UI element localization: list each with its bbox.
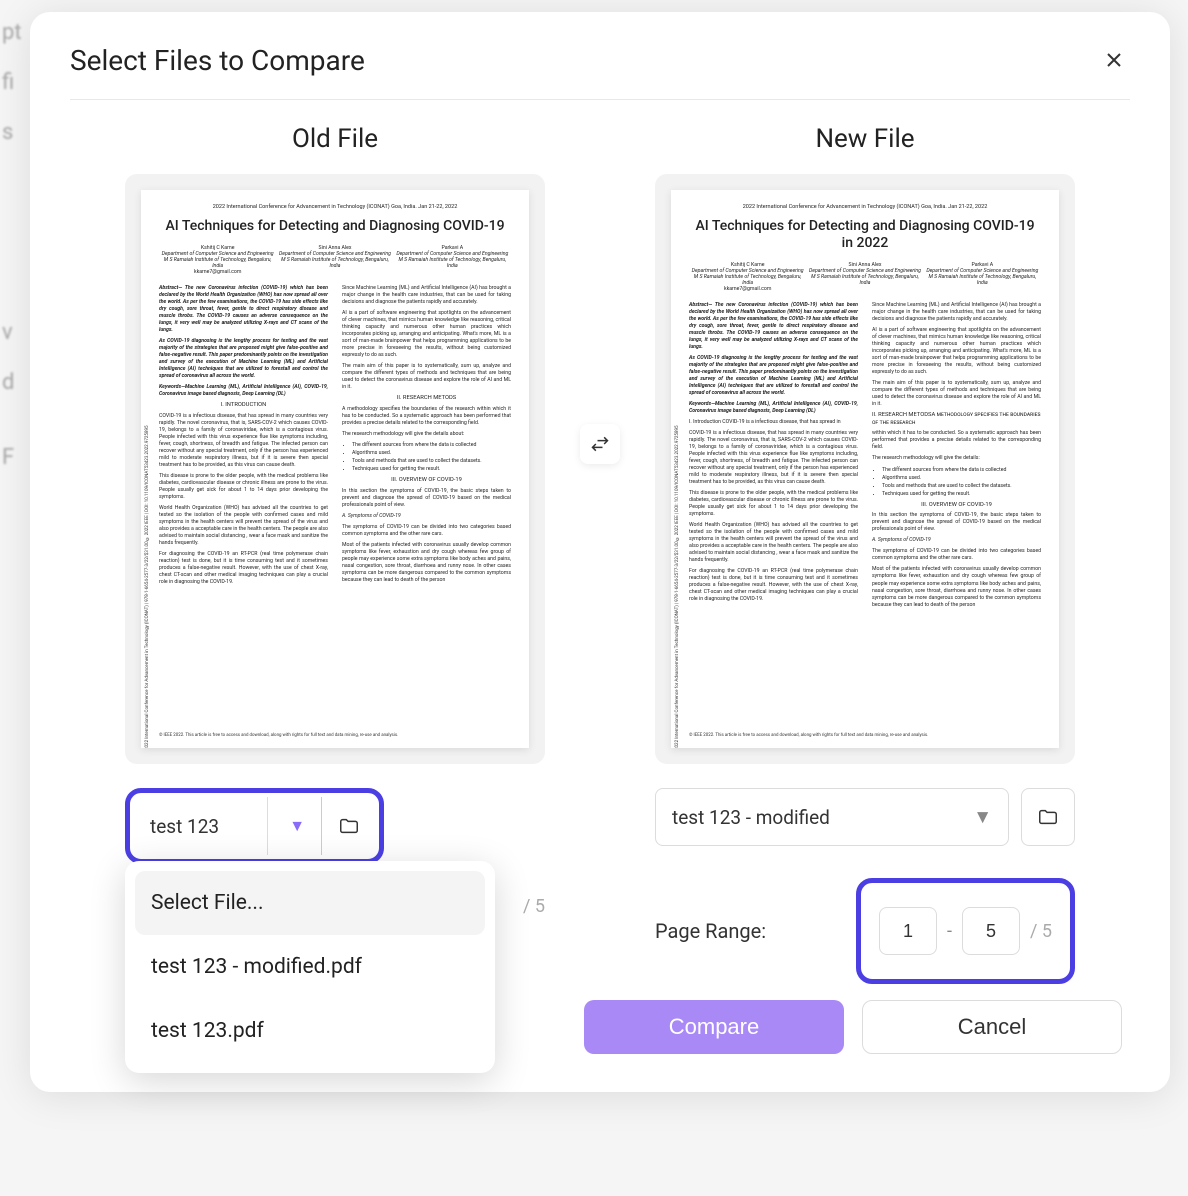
- new-file-preview[interactable]: 2022 International Conference for Advanc…: [655, 174, 1075, 764]
- close-button[interactable]: [1098, 44, 1130, 79]
- document-body: Abstract— The new Coronavirus infection …: [689, 302, 1041, 610]
- document-thumbnail: 2022 International Conference for Advanc…: [141, 190, 529, 748]
- old-file-selected-name: test 123: [150, 815, 219, 838]
- chevron-down-icon: ▼: [289, 816, 305, 836]
- page-range-label: Page Range:: [655, 919, 844, 943]
- document-thumbnail: 2022 International Conference for Advanc…: [671, 190, 1059, 748]
- modal-title: Select Files to Compare: [70, 44, 365, 77]
- swap-icon: [590, 434, 610, 454]
- compare-button[interactable]: Compare: [584, 1000, 844, 1054]
- new-page-total: / 5: [1030, 921, 1052, 942]
- old-file-dropdown-toggle[interactable]: ▼: [267, 797, 321, 855]
- modal-buttons: Compare Cancel: [584, 1000, 1122, 1054]
- old-file-label: Old File: [292, 124, 378, 154]
- dropdown-item-modified[interactable]: test 123 - modified.pdf: [135, 935, 485, 999]
- paper-title: AI Techniques for Detecting and Diagnosi…: [159, 218, 511, 235]
- cancel-button[interactable]: Cancel: [862, 1000, 1122, 1054]
- new-file-pane: New File 2022 International Conference f…: [625, 124, 1105, 984]
- conference-header: 2022 International Conference for Advanc…: [159, 204, 511, 210]
- background-content: ptfisvdF: [0, 0, 30, 1196]
- old-file-preview[interactable]: 2022 International Conference for Advanc…: [125, 174, 545, 764]
- old-file-dropdown: Select File... test 123 - modified.pdf t…: [125, 861, 495, 1073]
- chevron-down-icon: ▼: [973, 805, 992, 829]
- new-file-select[interactable]: test 123 - modified ▼: [655, 788, 1009, 846]
- range-dash: -: [947, 921, 952, 942]
- document-sideline: 2022 International Conference for Advanc…: [145, 310, 150, 748]
- page-from-input[interactable]: [879, 907, 937, 955]
- document-footer: © IEEE 2022. This article is free to acc…: [689, 733, 1041, 738]
- new-file-label: New File: [815, 124, 914, 154]
- authors-row: Kshitij C KarneDepartment of Computer Sc…: [689, 262, 1041, 292]
- page-range-highlight: - / 5: [856, 878, 1075, 984]
- old-file-pane: Old File 2022 International Conference f…: [95, 124, 575, 984]
- folder-icon: [1037, 806, 1059, 828]
- close-icon: [1102, 48, 1126, 72]
- new-file-browse-button[interactable]: [1021, 788, 1075, 846]
- compare-files-modal: Select Files to Compare Old File 2022 In…: [30, 12, 1170, 1092]
- swap-files-button[interactable]: [580, 424, 620, 464]
- document-sideline: 2022 International Conference for Advanc…: [675, 310, 680, 748]
- dropdown-item-test123[interactable]: test 123.pdf: [135, 999, 485, 1063]
- dropdown-select-file[interactable]: Select File...: [135, 871, 485, 935]
- conference-header: 2022 International Conference for Advanc…: [689, 204, 1041, 210]
- document-footer: © IEEE 2022. This article is free to acc…: [159, 733, 511, 738]
- old-file-select[interactable]: test 123: [134, 797, 267, 855]
- old-file-browse-button[interactable]: [321, 797, 375, 855]
- folder-icon: [338, 815, 360, 837]
- page-to-input[interactable]: [962, 907, 1020, 955]
- new-file-selected-name: test 123 - modified: [672, 806, 830, 829]
- document-body: Abstract— The new Coronavirus infection …: [159, 285, 511, 589]
- paper-title: AI Techniques for Detecting and Diagnosi…: [689, 218, 1041, 252]
- old-file-select-highlight: test 123 ▼: [125, 788, 384, 864]
- old-page-total: / 5: [523, 896, 545, 917]
- modal-header: Select Files to Compare: [70, 44, 1130, 100]
- authors-row: Kshitij C KarneDepartment of Computer Sc…: [159, 245, 511, 275]
